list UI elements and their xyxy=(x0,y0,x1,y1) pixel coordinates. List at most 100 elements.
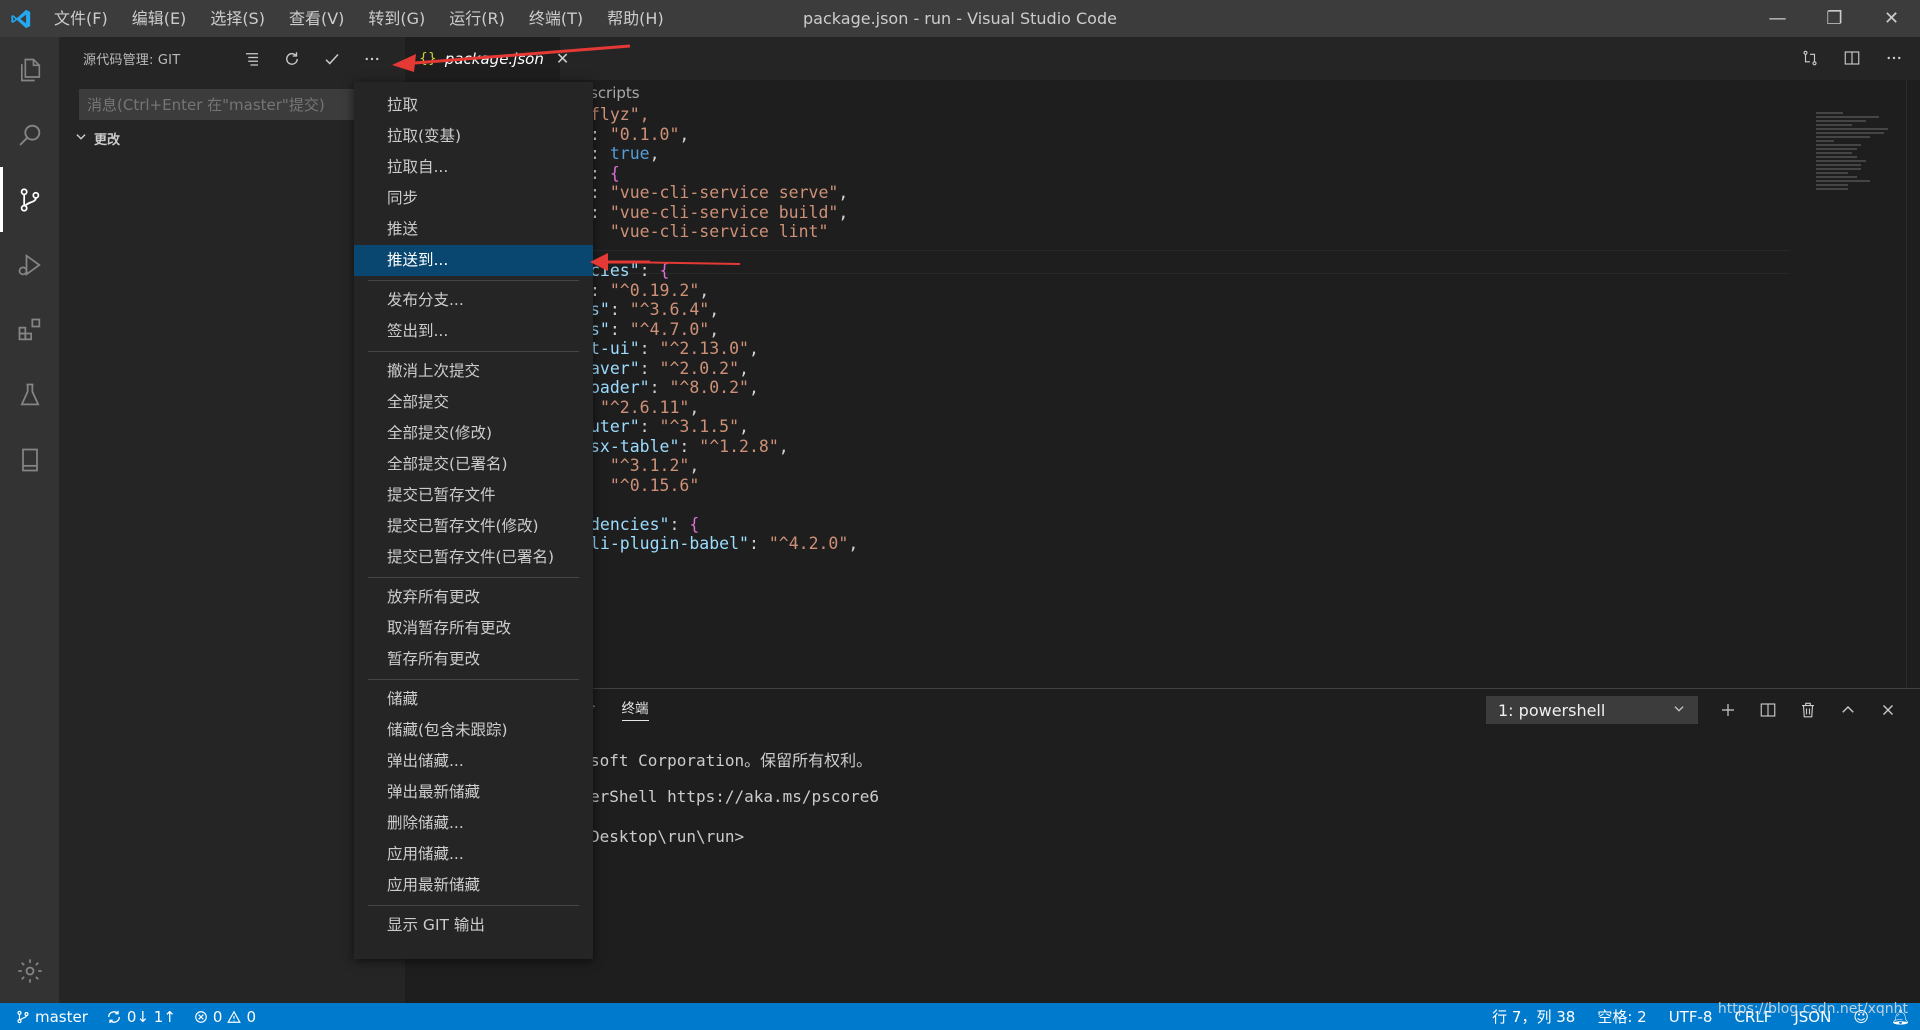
menu-separator xyxy=(368,905,579,906)
warning-icon xyxy=(227,1010,242,1023)
code-token: , xyxy=(699,280,710,300)
problems-indicator[interactable]: 0 0 xyxy=(194,1008,256,1026)
menu-item[interactable]: 运行(R) xyxy=(437,0,517,37)
branch-indicator[interactable]: master xyxy=(16,1008,88,1026)
menu-separator xyxy=(368,280,579,281)
code-token: , xyxy=(748,378,759,397)
code-token: , xyxy=(848,534,859,553)
code-token: , xyxy=(838,202,849,222)
breadcrumb[interactable]: scripts xyxy=(590,84,640,102)
settings-gear-icon[interactable] xyxy=(0,938,59,1003)
context-menu-item[interactable]: 全部提交(已署名) xyxy=(354,449,593,480)
code-token: "^1.2.8" xyxy=(699,436,779,456)
menu-separator xyxy=(368,577,579,578)
context-menu-item[interactable]: 同步 xyxy=(354,183,593,214)
code-token: aver" xyxy=(590,358,640,378)
menu-item[interactable]: 查看(V) xyxy=(277,0,356,37)
tab-terminal[interactable]: 终端 xyxy=(621,689,649,729)
refresh-icon[interactable] xyxy=(277,44,307,74)
activity-bar xyxy=(0,37,59,1003)
search-icon[interactable] xyxy=(0,102,59,167)
context-menu-item[interactable]: 储藏 xyxy=(354,684,593,715)
view-as-tree-icon[interactable] xyxy=(237,44,267,74)
context-menu-item[interactable]: 提交已暂存文件(已署名) xyxy=(354,542,593,573)
explorer-icon[interactable] xyxy=(0,37,59,102)
code-token: : xyxy=(649,378,670,397)
split-terminal-icon[interactable] xyxy=(1754,695,1782,725)
book-icon[interactable] xyxy=(0,427,59,492)
menu-item[interactable]: 终端(T) xyxy=(517,0,595,37)
maximize-panel-icon[interactable] xyxy=(1834,695,1862,725)
testing-icon[interactable] xyxy=(0,362,59,427)
context-menu-item[interactable]: 撤消上次提交 xyxy=(354,356,593,387)
context-menu-item[interactable]: 储藏(包含未跟踪) xyxy=(354,715,593,746)
warning-count: 0 xyxy=(246,1007,256,1026)
context-menu-item[interactable]: 推送 xyxy=(354,214,593,245)
code-token: flyz", xyxy=(590,105,650,124)
context-menu-item[interactable]: 取消暂存所有更改 xyxy=(354,613,593,644)
error-icon xyxy=(195,1010,207,1023)
code-token: "0.1.0" xyxy=(609,124,680,144)
commit-check-icon[interactable] xyxy=(317,44,347,74)
terminal-select[interactable]: 1: powershell xyxy=(1486,696,1698,724)
close-icon[interactable]: ✕ xyxy=(556,49,569,68)
code-token: : xyxy=(639,339,660,358)
context-menu-item[interactable]: 弹出储藏... xyxy=(354,746,593,777)
context-menu-item[interactable]: 提交已暂存文件(修改) xyxy=(354,511,593,542)
code-editor[interactable]: scripts flyz",: "0.1.0",: true,: {: "vue… xyxy=(405,80,1920,688)
code-token: , xyxy=(689,397,700,417)
split-editor-icon[interactable] xyxy=(1838,43,1866,73)
context-menu-item[interactable]: 拉取(变基) xyxy=(354,121,593,152)
context-menu-item[interactable]: 发布分支... xyxy=(354,285,593,316)
indentation[interactable]: 空格: 2 xyxy=(1597,1006,1646,1027)
menu-item[interactable]: 帮助(H) xyxy=(595,0,676,37)
menu-item[interactable]: 转到(G) xyxy=(356,0,437,37)
code-token: sx-table" xyxy=(590,436,680,456)
status-bar: master 0↓ 1↑ 0 0 行 7，列 38 空格: 2 UTF-8 CR… xyxy=(0,1003,1920,1030)
menu-item[interactable]: 文件(F) xyxy=(42,0,120,37)
menu-item[interactable]: 选择(S) xyxy=(198,0,277,37)
commit-message-input[interactable] xyxy=(79,89,381,120)
terminal-line: soft Corporation。保留所有权利。 xyxy=(590,751,873,770)
maximize-button[interactable]: ❐ xyxy=(1806,0,1863,37)
context-menu-item[interactable]: 暂存所有更改 xyxy=(354,644,593,675)
close-panel-icon[interactable] xyxy=(1874,695,1902,725)
context-menu-item[interactable]: 全部提交 xyxy=(354,387,593,418)
context-menu-item[interactable]: 全部提交(修改) xyxy=(354,418,593,449)
context-menu-item[interactable]: 显示 GIT 输出 xyxy=(354,910,593,941)
editor-more-icon[interactable] xyxy=(1880,43,1908,73)
extensions-icon[interactable] xyxy=(0,297,59,362)
run-debug-icon[interactable] xyxy=(0,232,59,297)
minimap[interactable] xyxy=(1816,110,1906,230)
source-control-icon[interactable] xyxy=(0,167,59,232)
changes-group[interactable]: 更改 xyxy=(74,129,120,148)
context-menu-item[interactable]: 推送到... xyxy=(354,245,593,276)
open-changes-icon[interactable] xyxy=(1796,43,1824,73)
context-menu-item[interactable]: 拉取 xyxy=(354,90,593,121)
code-token: "vue-cli-service lint" xyxy=(609,222,829,241)
editor-scrollbar[interactable] xyxy=(1906,80,1920,688)
context-menu-item[interactable]: 放弃所有更改 xyxy=(354,582,593,613)
code-token: , xyxy=(778,436,789,456)
more-actions-icon[interactable] xyxy=(357,44,387,74)
sync-indicator[interactable]: 0↓ 1↑ xyxy=(106,1008,176,1026)
code-token: "^8.0.2" xyxy=(669,378,749,397)
context-menu-item[interactable]: 删除储藏... xyxy=(354,808,593,839)
context-menu-item[interactable]: 应用储藏... xyxy=(354,839,593,870)
encoding[interactable]: UTF-8 xyxy=(1669,1008,1713,1026)
new-terminal-icon[interactable] xyxy=(1714,695,1742,725)
trash-icon[interactable] xyxy=(1794,695,1822,725)
close-window-button[interactable]: ✕ xyxy=(1863,0,1920,37)
context-menu-item[interactable]: 弹出最新储藏 xyxy=(354,777,593,808)
tab-package-json[interactable]: {} package.json ✕ xyxy=(405,37,569,80)
context-menu-item[interactable]: 应用最新储藏 xyxy=(354,870,593,901)
menu-item[interactable]: 编辑(E) xyxy=(120,0,199,37)
context-menu-item[interactable]: 签出到... xyxy=(354,316,593,347)
minimize-button[interactable]: — xyxy=(1749,0,1806,37)
cursor-position[interactable]: 行 7，列 38 xyxy=(1492,1006,1575,1027)
menu-separator xyxy=(368,679,579,680)
context-menu-item[interactable]: 拉取自... xyxy=(354,152,593,183)
context-menu-item[interactable]: 提交已暂存文件 xyxy=(354,480,593,511)
code-token: cies" xyxy=(590,261,640,280)
code-token: , xyxy=(739,358,749,378)
